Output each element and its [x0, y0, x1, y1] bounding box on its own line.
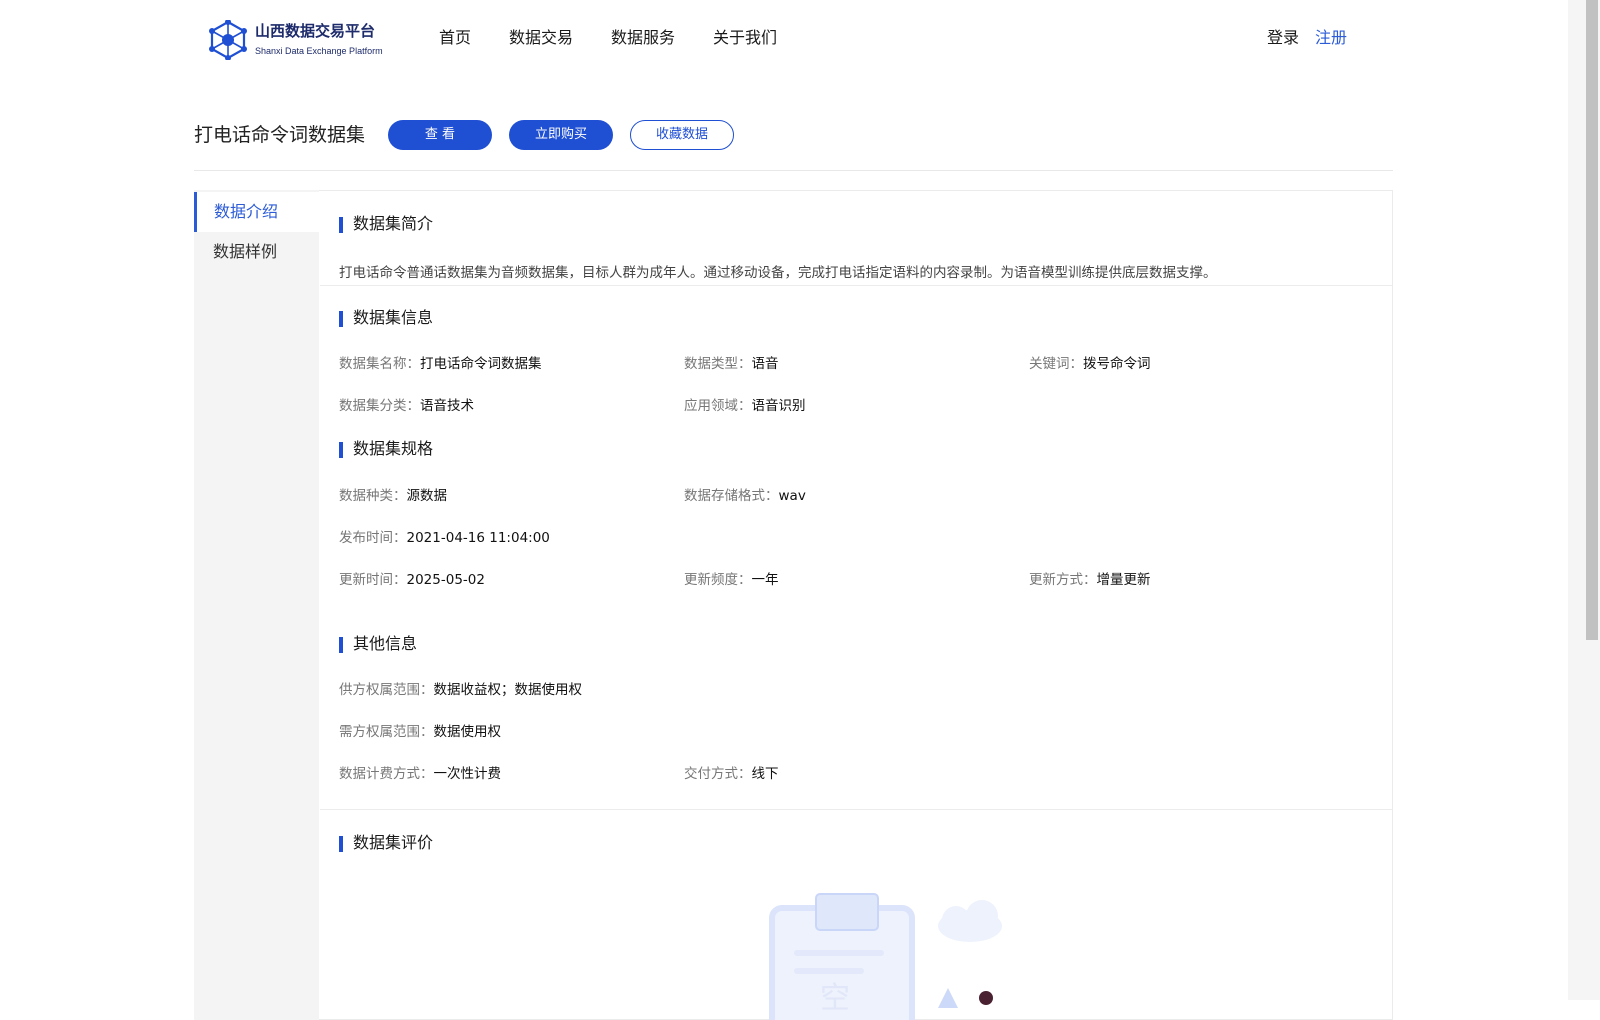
nav-data-trade[interactable]: 数据交易	[509, 26, 573, 50]
login-link[interactable]: 登录	[1267, 26, 1299, 50]
kv-data-type: 数据类型：语音	[684, 356, 779, 372]
kv-update-frequency: 更新频度：一年	[684, 572, 779, 588]
kv-application-field: 应用领域：语音识别	[684, 398, 806, 414]
logo-title: 山西数据交易平台	[255, 22, 376, 40]
kv-dataset-name: 数据集名称：打电话命令词数据集	[339, 356, 542, 372]
logo-subtitle: Shanxi Data Exchange Platform	[255, 46, 383, 56]
auth-links: 登录 注册	[1267, 26, 1347, 50]
section-heading-other: 其他信息	[339, 634, 417, 654]
kv-publish-time: 发布时间：2021-04-16 11:04:00	[339, 530, 550, 546]
sidebar: 数据介绍 数据样例	[194, 190, 319, 1020]
section-heading-spec: 数据集规格	[339, 439, 433, 459]
kv-demander-rights: 需方权属范围：数据使用权	[339, 724, 501, 740]
divider	[320, 809, 1393, 810]
kv-update-mode: 更新方式：增量更新	[1029, 572, 1151, 588]
nav-home[interactable]: 首页	[439, 26, 471, 50]
top-header: 山西数据交易平台 Shanxi Data Exchange Platform 首…	[0, 0, 1568, 80]
buy-now-button[interactable]: 立即购买	[509, 120, 613, 150]
section-heading-info: 数据集信息	[339, 308, 433, 328]
logo[interactable]: 山西数据交易平台 Shanxi Data Exchange Platform	[208, 18, 383, 64]
kv-update-time: 更新时间：2025-05-02	[339, 572, 485, 588]
register-link[interactable]: 注册	[1315, 26, 1347, 50]
page-title: 打电话命令词数据集	[194, 124, 366, 146]
sidebar-item-samples[interactable]: 数据样例	[194, 232, 319, 272]
svg-text:空: 空	[820, 981, 850, 1016]
scrollbar-thumb[interactable]	[1586, 0, 1598, 640]
scrollbar[interactable]	[1568, 0, 1600, 1000]
kv-delivery-method: 交付方式：线下	[684, 766, 779, 782]
kv-data-kind: 数据种类：源数据	[339, 488, 447, 504]
intro-text: 打电话命令普通话数据集为音频数据集，目标人群为成年人。通过移动设备，完成打电话指…	[339, 265, 1217, 281]
empty-state-illustration: 空	[769, 893, 1002, 1020]
section-heading-review: 数据集评价	[339, 833, 433, 853]
sidebar-item-intro[interactable]: 数据介绍	[194, 192, 319, 232]
nav-about[interactable]: 关于我们	[713, 26, 777, 50]
kv-storage-format: 数据存储格式：wav	[684, 488, 806, 504]
kv-keywords: 关键词：拨号命令词	[1029, 356, 1151, 372]
favorite-button[interactable]: 收藏数据	[630, 120, 734, 150]
kv-billing-method: 数据计费方式：一次性计费	[339, 766, 501, 782]
section-heading-intro: 数据集简介	[339, 214, 433, 234]
nav-data-service[interactable]: 数据服务	[611, 26, 675, 50]
dataset-title-bar: 打电话命令词数据集 查 看 立即购买 收藏数据	[194, 116, 1393, 171]
kv-supplier-rights: 供方权属范围：数据收益权；数据使用权	[339, 682, 582, 698]
view-button[interactable]: 查 看	[388, 120, 492, 150]
main-nav: 首页 数据交易 数据服务 关于我们	[439, 26, 815, 50]
logo-icon	[209, 20, 247, 60]
divider	[320, 285, 1393, 286]
kv-category: 数据集分类：语音技术	[339, 398, 474, 414]
